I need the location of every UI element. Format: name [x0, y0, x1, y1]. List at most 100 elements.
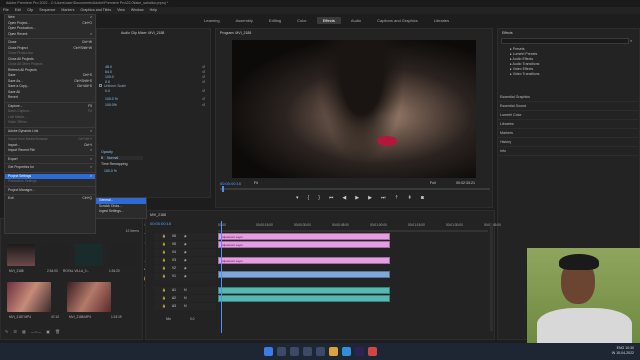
menu-item-project-manager[interactable]: Project Manager... — [5, 188, 95, 194]
eye-icon[interactable]: ◉ — [184, 266, 187, 270]
frame-back-icon[interactable]: ◀ — [342, 195, 346, 201]
mix-value[interactable]: 0.0 — [190, 317, 194, 321]
extract-icon[interactable]: ⇞ — [408, 195, 412, 201]
trash-icon[interactable]: 🗑 — [55, 329, 60, 334]
clip-thumb-2[interactable] — [41, 244, 69, 266]
track-label[interactable]: A2 — [172, 296, 176, 300]
play-icon[interactable]: ▶ — [355, 195, 359, 201]
submenu-item-ingest-settings[interactable]: Ingest Settings... — [96, 209, 146, 215]
track-label[interactable]: V5 — [172, 242, 176, 246]
opacity-value[interactable]: 100.0 % — [104, 169, 117, 173]
effect-value[interactable]: 48.0 — [105, 65, 112, 69]
step-forward-icon[interactable]: ⏭ — [381, 195, 386, 201]
track-label[interactable]: A1 — [172, 288, 176, 292]
menu-sequence[interactable]: Sequence — [39, 7, 55, 14]
edge-icon[interactable] — [341, 347, 351, 356]
track-label[interactable]: V1 — [172, 274, 176, 278]
panel-section-libraries[interactable]: Libraries — [498, 120, 638, 129]
menu-edit[interactable]: Edit — [15, 7, 21, 14]
pencil-icon[interactable]: ✎ — [5, 329, 8, 334]
track-label[interactable]: V2 — [172, 266, 176, 270]
program-scrubber[interactable] — [220, 188, 490, 190]
source-tab[interactable]: Audio Clip Mixer: MVI_2188 — [97, 29, 210, 37]
lock-icon[interactable]: 🔒 — [162, 274, 166, 278]
timeline-clip[interactable] — [218, 287, 390, 294]
reset-icon[interactable]: ↺ — [202, 65, 205, 69]
time-ruler[interactable]: 00:0000:00:15:0000:00:30:0000:00:45:0000… — [218, 223, 501, 229]
workspace-tab-audio[interactable]: Audio — [345, 17, 367, 24]
program-tab[interactable]: Program: MVI_2188 — [216, 29, 492, 37]
effect-value[interactable]: 64.0 — [105, 70, 112, 74]
effects-search-input[interactable] — [501, 38, 629, 44]
effect-value[interactable]: 100.0 % — [105, 97, 118, 101]
eye-icon[interactable]: ◉ — [184, 250, 187, 254]
marker-icon[interactable]: ▾ — [296, 195, 299, 201]
eye-icon[interactable]: ◉ — [184, 242, 187, 246]
clip-thumb-5[interactable] — [7, 282, 51, 312]
panel-section-essential-sound[interactable]: Essential Sound — [498, 102, 638, 111]
track-label[interactable]: A3 — [172, 304, 176, 308]
app-icon[interactable] — [367, 347, 377, 356]
effect-value[interactable]: 0.0 — [105, 80, 110, 84]
reset-icon[interactable]: ↺ — [202, 70, 205, 74]
effect-value[interactable]: 0.0 — [105, 89, 110, 93]
workspace-tab-learning[interactable]: Learning — [198, 17, 226, 24]
clip-thumb-3[interactable] — [75, 244, 103, 266]
reset-icon[interactable]: ↺ — [202, 103, 205, 107]
icon-view-icon[interactable]: ▦ — [22, 329, 26, 334]
new-item-icon[interactable]: ▣ — [46, 329, 50, 334]
clip-thumb-6[interactable] — [67, 282, 111, 312]
menu-item-revert[interactable]: Revert — [5, 95, 95, 101]
timeline-playhead[interactable] — [221, 221, 222, 333]
lock-icon[interactable]: 🔒 — [162, 266, 166, 270]
timeline-clip[interactable]: Adjustment Layer — [218, 241, 390, 248]
track-label[interactable]: V4 — [172, 250, 176, 254]
mute-icon[interactable]: M — [184, 296, 187, 300]
panel-section-history[interactable]: History — [498, 138, 638, 147]
menu-help[interactable]: Help — [150, 7, 157, 14]
menu-view[interactable]: View — [117, 7, 125, 14]
fit-dropdown[interactable]: Fit — [254, 181, 258, 185]
effect-value[interactable]: 100.0% — [105, 103, 117, 107]
lift-icon[interactable]: ⇡ — [394, 195, 398, 201]
mute-icon[interactable]: M — [184, 288, 187, 292]
widgets-icon[interactable] — [302, 347, 312, 356]
search-icon[interactable] — [276, 347, 286, 356]
step-back-icon[interactable]: ⏮ — [329, 195, 334, 201]
workspace-tab-libraries[interactable]: Libraries — [428, 17, 455, 24]
timeline-clip[interactable] — [218, 271, 390, 278]
explorer-icon[interactable] — [328, 347, 338, 356]
workspace-tab-assembly[interactable]: Assembly — [230, 17, 259, 24]
timeline-clip[interactable] — [218, 295, 390, 302]
menu-file[interactable]: File — [3, 7, 9, 14]
lock-icon[interactable]: 🔒 — [162, 288, 166, 292]
premiere-icon[interactable] — [354, 347, 364, 356]
menu-graphics-and-titles[interactable]: Graphics and Titles — [80, 7, 111, 14]
menu-window[interactable]: Window — [131, 7, 144, 14]
menu-clip[interactable]: Clip — [27, 7, 33, 14]
lock-icon[interactable]: 🔒 — [162, 242, 166, 246]
date-label[interactable]: 15-04-2022 — [616, 351, 634, 355]
lock-icon[interactable]: 🔒 — [162, 234, 166, 238]
eye-icon[interactable]: ◉ — [184, 274, 187, 278]
reset-icon[interactable]: ↺ — [202, 89, 205, 93]
chat-icon[interactable] — [315, 347, 325, 356]
uniform-scale-checkbox[interactable] — [99, 84, 102, 87]
start-icon[interactable] — [263, 347, 273, 356]
work-area-bar[interactable] — [218, 230, 488, 232]
effects-tab[interactable]: Effects — [498, 29, 639, 37]
menu-item-export[interactable]: Export > — [5, 157, 95, 163]
menu-item-exit[interactable]: Exit Ctrl+Q — [5, 196, 95, 202]
workspace-tab-captions-and-graphics[interactable]: Captions and Graphics — [371, 17, 424, 24]
menu-item-open-recent[interactable]: Open Recent > — [5, 32, 95, 38]
timeline-vscroll[interactable] — [490, 223, 493, 331]
menu-item-get-properties-for[interactable]: Get Properties for > — [5, 165, 95, 171]
effects-folder-video-transitions[interactable]: ▸ Video Transitions — [498, 71, 638, 76]
menu-markers[interactable]: Markers — [61, 7, 74, 14]
time-label[interactable]: 10:30 — [625, 346, 634, 350]
panel-section-essential-graphics[interactable]: Essential Graphics — [498, 93, 638, 102]
lock-icon[interactable]: 🔒 — [162, 258, 166, 262]
panel-section-lumetri-color[interactable]: Lumetri Color — [498, 111, 638, 120]
workspace-tab-effects[interactable]: Effects — [316, 16, 341, 24]
mark-in-icon[interactable]: { — [308, 195, 310, 201]
